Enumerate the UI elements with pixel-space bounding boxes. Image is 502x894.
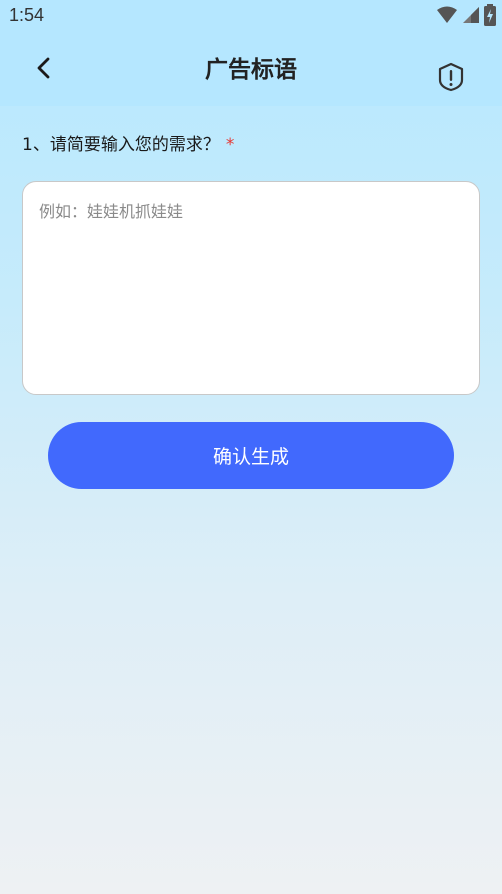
requirement-input-container (22, 181, 480, 395)
report-button[interactable] (436, 62, 466, 96)
shield-alert-icon (437, 62, 465, 96)
status-icons (436, 4, 496, 28)
requirement-input[interactable] (23, 182, 479, 394)
status-time: 1:54 (9, 5, 45, 25)
page-title: 广告标语 (205, 57, 297, 83)
confirm-generate-button[interactable]: 确认生成 (48, 422, 454, 489)
required-mark: * (225, 135, 235, 155)
question-label: 1、请简要输入您的需求？ * (22, 130, 234, 155)
app-bar: 广告标语 (0, 34, 502, 106)
cellular-signal-icon (462, 6, 480, 28)
question-text: 1、请简要输入您的需求？ (22, 135, 220, 155)
wifi-icon (436, 6, 458, 28)
